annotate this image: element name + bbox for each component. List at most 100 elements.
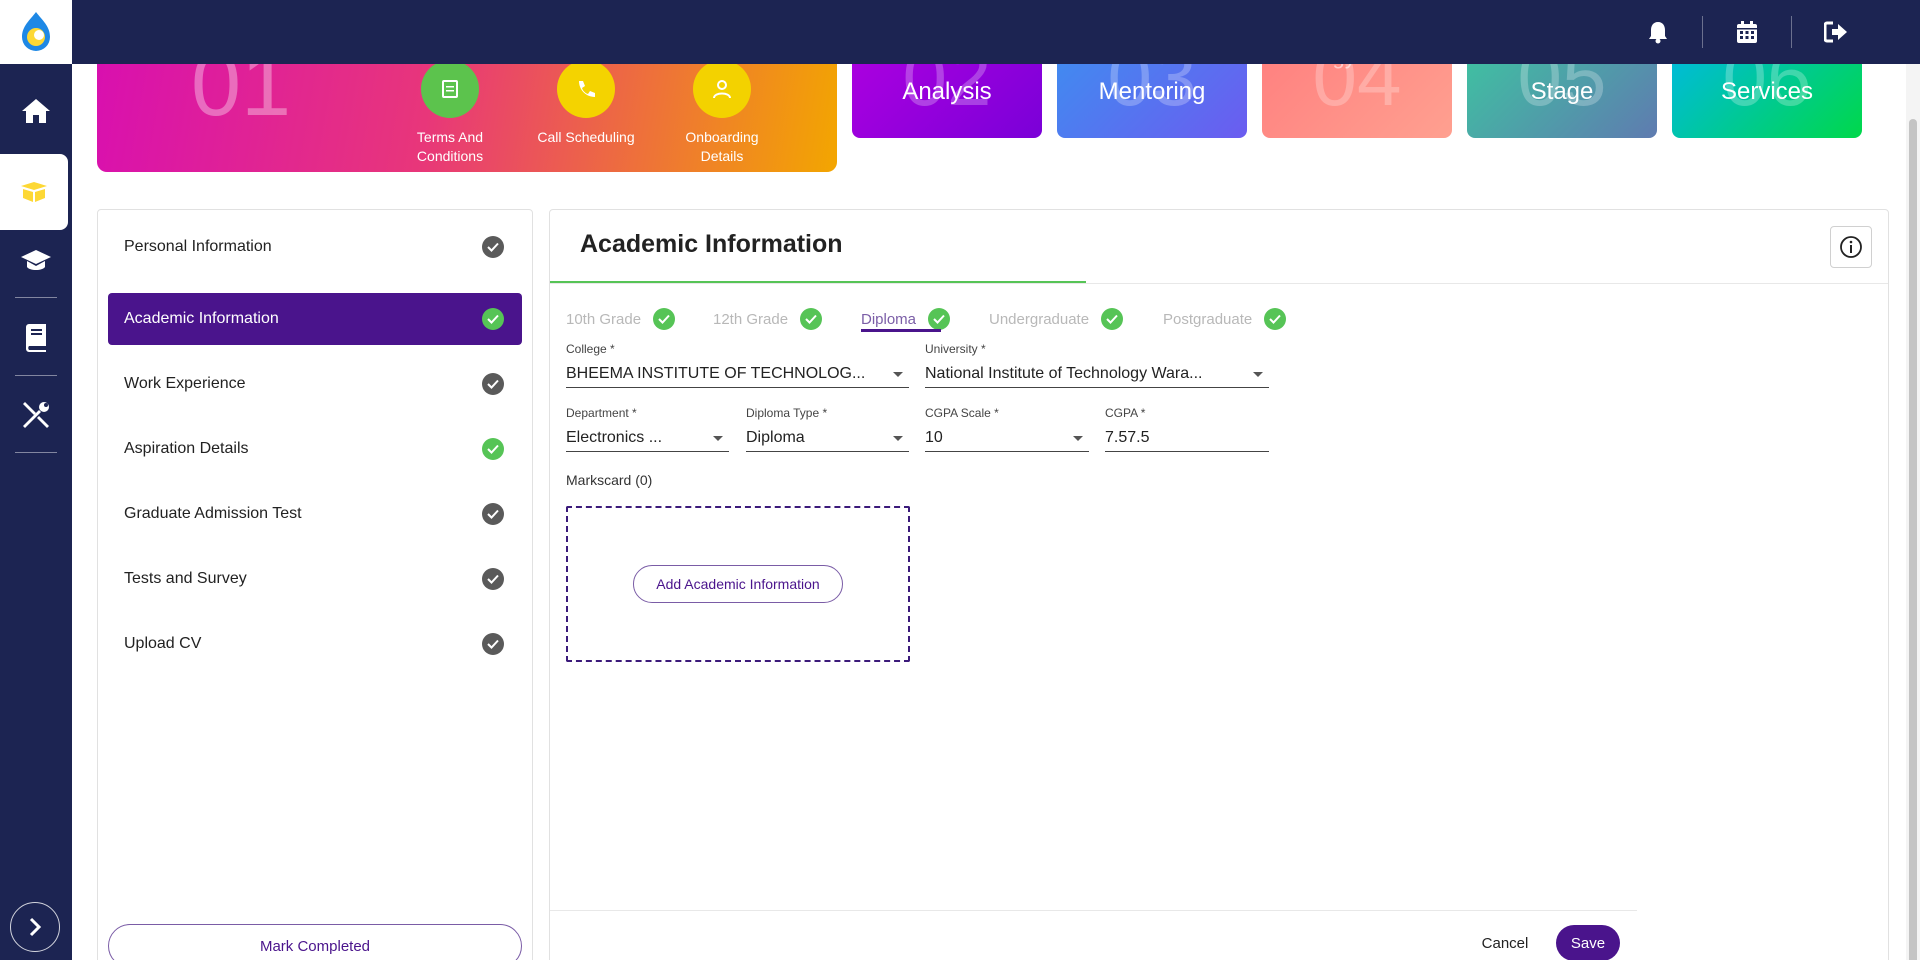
menu-item-graduate-admission-test[interactable]: Graduate Admission Test: [108, 488, 522, 540]
tab-12th-grade[interactable]: 12th Grade: [713, 298, 823, 340]
cancel-button[interactable]: Cancel: [1470, 925, 1540, 960]
tab-postgraduate[interactable]: Postgraduate: [1163, 298, 1287, 340]
tab-label: 12th Grade: [713, 310, 789, 328]
nav-home[interactable]: [0, 73, 72, 149]
dropdown-arrow-icon: [1073, 436, 1083, 441]
app-logo[interactable]: [0, 0, 72, 64]
menu-item-label: Upload CV: [124, 635, 202, 652]
cgpa-scale-select[interactable]: 10: [925, 424, 1089, 452]
tab-label: Diploma: [861, 310, 917, 328]
check-circle-icon: [482, 438, 504, 460]
page-title: Academic Information: [580, 230, 843, 258]
logout-icon: [1824, 21, 1847, 43]
phone-icon: [579, 81, 595, 97]
tab-10th-grade[interactable]: 10th Grade: [566, 298, 676, 340]
graduation-cap-icon: [21, 250, 51, 270]
field-label: CGPA Scale *: [925, 406, 999, 420]
diploma-type-select[interactable]: Diploma: [746, 424, 909, 452]
university-select[interactable]: National Institute of Technology Wara...: [925, 360, 1269, 388]
step-label: Terms And Conditions: [416, 129, 484, 164]
menu-item-label: Graduate Admission Test: [124, 505, 302, 522]
bell-icon: [1649, 22, 1667, 44]
chevron-right-icon: [29, 917, 42, 937]
expand-nav-button[interactable]: [10, 902, 60, 952]
check-circle-icon: [800, 308, 823, 330]
book-icon: [26, 324, 46, 352]
box-icon: [21, 182, 47, 202]
info-button[interactable]: [1830, 226, 1872, 268]
menu-item-upload-cv[interactable]: Upload CV: [108, 618, 522, 670]
menu-item-academic-information[interactable]: Academic Information: [108, 293, 522, 345]
step-circle: [557, 60, 615, 118]
tab-undergraduate[interactable]: Undergraduate: [989, 298, 1124, 340]
menu-item-label: Tests and Survey: [124, 570, 247, 587]
section-menu: Personal Information Academic Informatio…: [97, 209, 533, 960]
college-field[interactable]: College * BHEEMA INSTITUTE OF TECHNOLOG.…: [566, 342, 909, 388]
calendar-button[interactable]: [1703, 0, 1791, 64]
field-label: College *: [566, 342, 615, 356]
markscard-upload-area[interactable]: Add Academic Information: [566, 506, 910, 662]
user-icon: [713, 80, 731, 99]
stage-card-title: Services: [1720, 78, 1814, 105]
stage-card-title: Stage: [1530, 78, 1594, 105]
menu-item-aspiration-details[interactable]: Aspiration Details: [108, 423, 522, 475]
field-value: BHEEMA INSTITUTE OF TECHNOLOG...: [566, 364, 866, 382]
menu-item-work-experience[interactable]: Work Experience: [108, 358, 522, 410]
diploma-type-field[interactable]: Diploma Type * Diploma: [746, 406, 909, 452]
cgpa-scale-field[interactable]: CGPA Scale * 10: [925, 406, 1089, 452]
field-value: 7.57.5: [1105, 428, 1150, 446]
menu-item-personal-information[interactable]: Personal Information: [108, 221, 522, 273]
field-label: Diploma Type *: [746, 406, 828, 420]
field-value: Diploma: [746, 428, 805, 446]
nav-library[interactable]: [0, 300, 72, 376]
logout-button[interactable]: [1792, 0, 1880, 64]
nav-education[interactable]: [0, 223, 72, 299]
step-circle: [421, 60, 479, 118]
top-bar: [0, 0, 1920, 64]
menu-item-label: Aspiration Details: [124, 440, 249, 457]
menu-item-label: Academic Information: [124, 310, 279, 327]
nav-divider: [15, 375, 57, 376]
step-terms[interactable]: Terms And Conditions: [395, 60, 505, 166]
step-label: Call Scheduling: [537, 129, 635, 145]
left-nav: [0, 64, 72, 960]
stage-card-title: Mentoring: [1098, 78, 1206, 105]
check-circle-icon: [928, 308, 951, 330]
field-label: University *: [925, 342, 986, 356]
field-label: CGPA *: [1105, 406, 1146, 420]
nav-divider: [15, 452, 57, 453]
field-value: National Institute of Technology Wara...: [925, 364, 1203, 382]
step-onboarding[interactable]: Onboarding Details: [667, 60, 777, 166]
nav-divider: [15, 297, 57, 298]
document-icon: [442, 80, 458, 98]
nav-tools[interactable]: [0, 377, 72, 453]
cgpa-field[interactable]: CGPA * 7.57.5: [1105, 406, 1269, 452]
page-scrollbar[interactable]: [1906, 64, 1920, 960]
check-circle-icon: [482, 568, 504, 590]
save-button[interactable]: Save: [1556, 925, 1620, 960]
check-circle-icon: [482, 633, 504, 655]
tools-icon: [23, 402, 49, 428]
step-call[interactable]: Call Scheduling: [531, 60, 641, 147]
check-circle-icon: [1264, 308, 1287, 330]
department-field[interactable]: Department * Electronics ...: [566, 406, 729, 452]
menu-item-tests-and-survey[interactable]: Tests and Survey: [108, 553, 522, 605]
university-field[interactable]: University * National Institute of Techn…: [925, 342, 1269, 388]
tab-diploma[interactable]: Diploma: [861, 298, 951, 340]
markscard-label: Markscard (0): [566, 472, 653, 488]
department-select[interactable]: Electronics ...: [566, 424, 729, 452]
nav-box[interactable]: [0, 154, 68, 230]
mark-completed-button[interactable]: Mark Completed: [108, 924, 522, 960]
notifications-button[interactable]: [1614, 0, 1702, 64]
tab-label: Postgraduate: [1163, 310, 1253, 328]
college-select[interactable]: BHEEMA INSTITUTE OF TECHNOLOG...: [566, 360, 909, 388]
stage-card-title: Analysis: [902, 78, 992, 105]
tab-label: Undergraduate: [989, 310, 1090, 328]
step-label: Onboarding Details: [685, 129, 759, 164]
scrollbar-thumb[interactable]: [1909, 119, 1917, 960]
check-circle-icon: [482, 308, 504, 330]
add-academic-information-button[interactable]: Add Academic Information: [633, 565, 843, 603]
active-tab-indicator: [861, 329, 941, 332]
cgpa-input[interactable]: 7.57.5: [1105, 424, 1269, 452]
calendar-icon: [1737, 21, 1757, 43]
